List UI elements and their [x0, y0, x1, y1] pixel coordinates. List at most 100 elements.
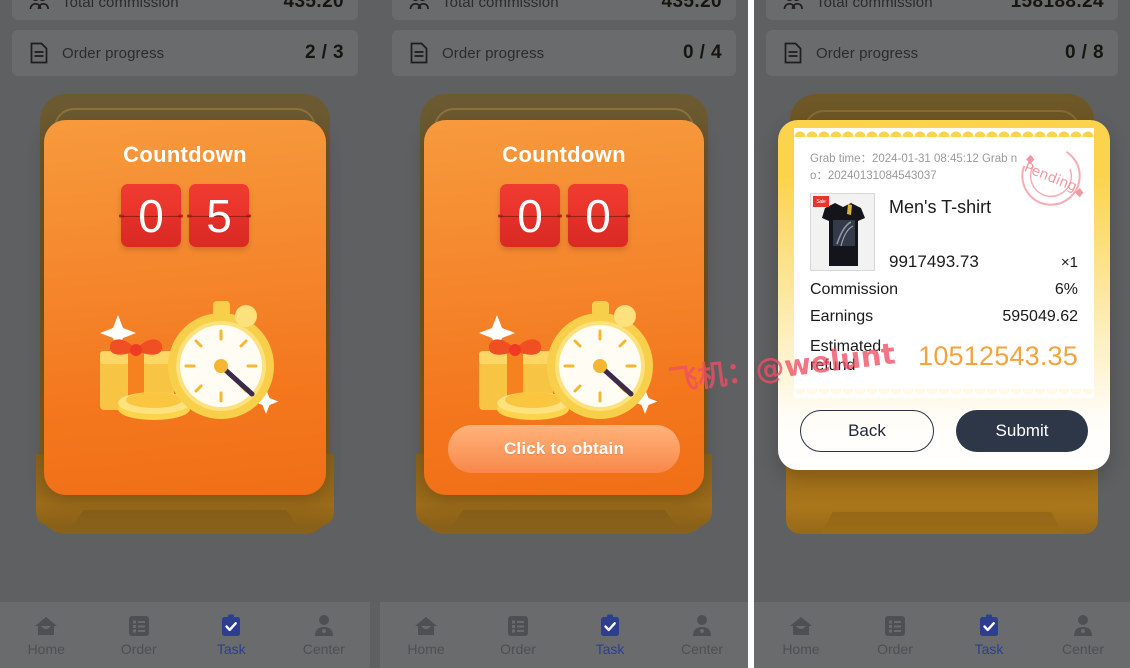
nav-item-order[interactable]: Order [848, 614, 942, 657]
nav-label: Order [500, 640, 536, 657]
gift-stopwatch-coins-illustration [44, 253, 326, 428]
nav-item-center[interactable]: Center [656, 614, 748, 657]
nav-label: Center [680, 640, 724, 657]
nav-item-home[interactable]: Home [380, 614, 472, 657]
clipboard-check-icon [219, 614, 243, 638]
nav-label: Home [782, 640, 820, 657]
list-icon [506, 614, 530, 638]
nav-label: Home [407, 640, 445, 657]
click-to-obtain-button[interactable]: Click to obtain [448, 425, 680, 473]
person-icon [312, 614, 336, 638]
people-icon [26, 0, 52, 15]
earnings-row: Earnings 595049.62 [810, 308, 1078, 326]
panel-order-receipt: Total commission 158188.24 Order progres… [754, 0, 1130, 668]
total-commission-value: 158188.24 [1010, 0, 1104, 12]
pending-stamp-icon: Pending [1014, 139, 1088, 213]
receipt-actions: Back Submit [794, 410, 1094, 452]
clipboard-check-icon [598, 614, 622, 638]
panel3-header: Total commission 158188.24 Order progres… [754, 0, 1130, 76]
countdown-card-area-2: Countdown 0 0 Click to obtain [380, 94, 748, 604]
nav-item-center[interactable]: Center [1036, 614, 1130, 657]
digit-value: 5 [206, 189, 232, 242]
gift-stopwatch-coins-illustration [424, 253, 704, 428]
people-icon [406, 0, 432, 15]
clipboard-check-icon [977, 614, 1001, 638]
nav-label: Task [595, 640, 625, 657]
nav-label: Center [302, 640, 345, 657]
home-icon [34, 614, 58, 638]
person-icon [1071, 614, 1095, 638]
commission-row: Commission 6% [810, 281, 1078, 299]
countdown-digits: 0 5 [44, 184, 326, 247]
order-progress-value: 2 / 3 [305, 42, 344, 63]
commission-label: Commission [810, 281, 899, 298]
panel-countdown-running: Total commission 435.20 Order progress 2… [0, 0, 370, 668]
grab-info-text: Grab time：2024-01-31 08:45:12 Grab no：20… [810, 153, 1018, 182]
nav-item-order[interactable]: Order [472, 614, 564, 657]
nav-label: Order [120, 640, 157, 657]
product-thumbnail: Sale [810, 193, 875, 271]
document-icon [26, 40, 52, 66]
order-progress-row: Order progress 0 / 4 [392, 30, 736, 76]
product-price: 9917493.73 [889, 252, 979, 271]
back-button[interactable]: Back [800, 410, 934, 452]
digit-value: 0 [585, 189, 611, 242]
bottom-nav-3: Home Order Task Center [754, 602, 1130, 668]
nav-item-center[interactable]: Center [278, 614, 371, 657]
order-progress-label: Order progress [62, 44, 165, 62]
nav-item-task[interactable]: Task [942, 614, 1036, 657]
panel2-header: Total commission 435.20 Order progress 0… [380, 0, 748, 76]
person-icon [690, 614, 714, 638]
receipt-ticket: Pending Grab time：2024-01-31 08:45:12 Gr… [794, 137, 1094, 398]
countdown-digit-tens: 0 [498, 184, 562, 247]
order-progress-row: Order progress 0 / 8 [766, 30, 1118, 76]
order-progress-label: Order progress [442, 44, 545, 62]
total-commission-label: Total commission [442, 0, 559, 11]
nav-item-home[interactable]: Home [0, 614, 93, 657]
nav-label: Order [877, 640, 913, 657]
order-progress-value: 0 / 8 [1065, 42, 1104, 63]
bottom-nav-2: Home Order Task Center [380, 602, 748, 668]
home-icon [414, 614, 438, 638]
screenshot-root: Total commission 435.20 Order progress 2… [0, 0, 1130, 668]
countdown-card: Countdown 0 0 Click to obtain [424, 120, 704, 495]
document-icon [406, 40, 432, 66]
submit-button[interactable]: Submit [956, 410, 1088, 452]
countdown-digit-ones: 5 [187, 184, 251, 247]
nav-label: Center [1061, 640, 1105, 657]
nav-item-task[interactable]: Task [564, 614, 656, 657]
nav-item-order[interactable]: Order [93, 614, 186, 657]
list-icon [127, 614, 151, 638]
earnings-value: 595049.62 [1002, 308, 1078, 325]
order-progress-value: 0 / 4 [683, 42, 722, 63]
order-progress-row: Order progress 2 / 3 [12, 30, 358, 76]
nav-label: Home [27, 640, 65, 657]
total-commission-label: Total commission [62, 0, 179, 11]
list-icon [883, 614, 907, 638]
estimated-refund-label: Estimated refund [810, 338, 882, 374]
panel-gap [370, 0, 380, 668]
people-icon [780, 0, 806, 15]
total-commission-label: Total commission [816, 0, 933, 11]
countdown-digit-tens: 0 [119, 184, 183, 247]
estimated-refund-row: Estimated refund 10512543.35 [810, 337, 1078, 375]
product-quantity: ×1 [1060, 254, 1078, 271]
nav-item-task[interactable]: Task [185, 614, 278, 657]
panel-countdown-finished: Total commission 435.20 Order progress 0… [380, 0, 748, 668]
product-tag-badge: Sale [813, 196, 829, 207]
total-commission-row: Total commission 435.20 [392, 0, 736, 20]
nav-item-home[interactable]: Home [754, 614, 848, 657]
digit-value: 0 [138, 189, 164, 242]
nav-label: Task [974, 640, 1004, 657]
total-commission-row: Total commission 435.20 [12, 0, 358, 20]
countdown-digit-ones: 0 [566, 184, 630, 247]
total-commission-value: 435.20 [661, 0, 722, 12]
order-progress-label: Order progress [816, 44, 919, 62]
pending-stamp-text: Pending [1022, 160, 1079, 196]
countdown-card: Countdown 0 5 [44, 120, 326, 495]
total-commission-value: 435.20 [283, 0, 344, 12]
panel1-header: Total commission 435.20 Order progress 2… [0, 0, 370, 76]
total-commission-row: Total commission 158188.24 [766, 0, 1118, 20]
countdown-digits: 0 0 [424, 184, 704, 247]
estimated-refund-value: 10512543.35 [918, 340, 1078, 371]
